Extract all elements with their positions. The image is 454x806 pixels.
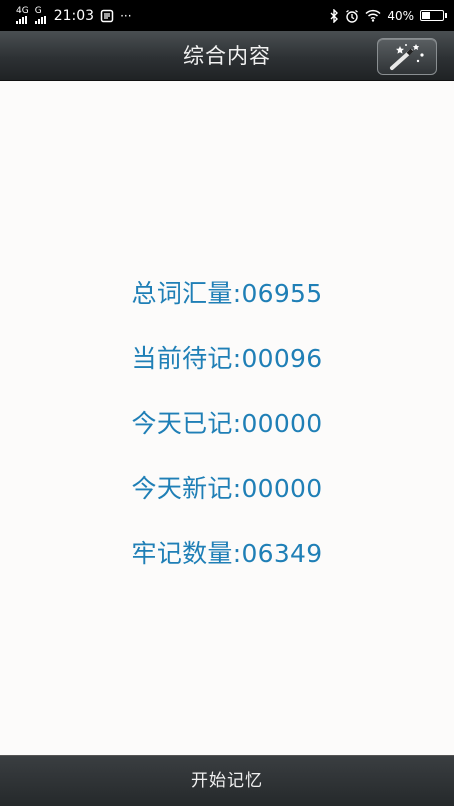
start-memorizing-button[interactable]: 开始记忆 — [0, 756, 454, 806]
magic-wand-icon — [390, 44, 424, 70]
battery-icon — [420, 10, 447, 21]
stat-new-today: 今天新记:00000 — [131, 474, 323, 503]
more-notifications-icon: ··· — [120, 8, 132, 23]
stats-panel: 总词汇量:06955 当前待记:00096 今天已记:00000 今天新记:00… — [0, 82, 454, 755]
clock: 21:03 — [53, 7, 95, 24]
signal-g-indicator: G — [34, 6, 46, 24]
stat-reviewed-today: 今天已记:00000 — [131, 409, 323, 438]
stat-pending-review: 当前待记:00096 — [131, 344, 323, 373]
magic-wand-button[interactable] — [377, 38, 437, 75]
stat-total-words: 总词汇量:06955 — [131, 279, 323, 308]
stat-mastered: 牢记数量:06349 — [131, 539, 323, 568]
status-bar: 4G G 21:03 ··· 40% — [0, 0, 454, 31]
bluetooth-icon — [330, 8, 339, 23]
battery-level-fill — [422, 12, 430, 19]
network-type-label-2: G — [34, 6, 42, 16]
signal-4g-indicator: 4G — [16, 7, 29, 24]
alarm-icon — [346, 9, 359, 23]
signal-bars-icon — [16, 16, 27, 24]
title-bar: 综合内容 — [0, 31, 454, 81]
notification-icon — [100, 9, 114, 22]
battery-percent: 40% — [387, 8, 414, 23]
signal-bars-2-icon — [34, 16, 46, 24]
network-type-label: 4G — [16, 6, 29, 16]
wifi-icon — [365, 9, 381, 22]
bottom-bar: 开始记忆 — [0, 755, 454, 806]
